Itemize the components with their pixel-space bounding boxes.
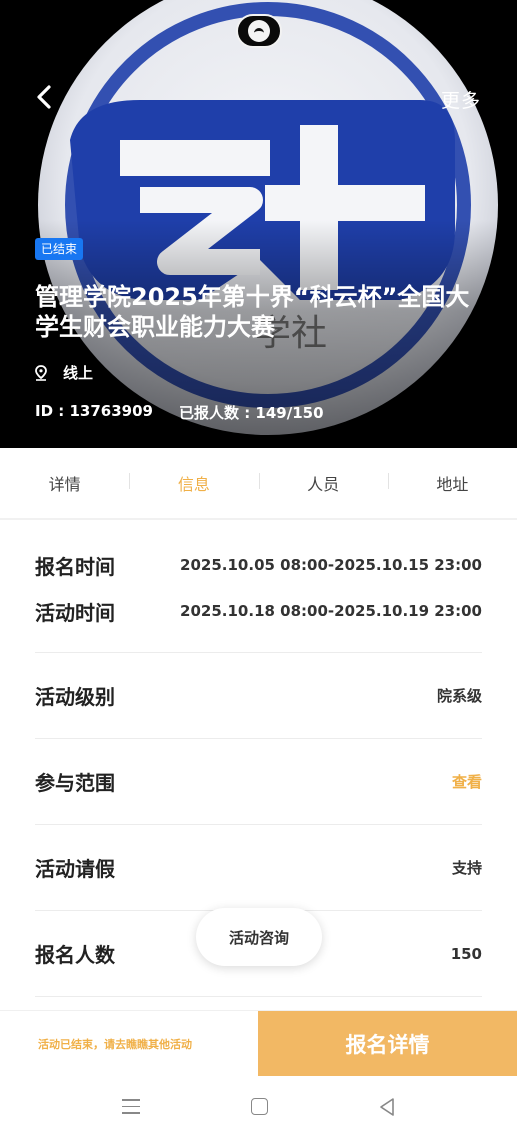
level-value: 院系级 xyxy=(436,687,482,705)
tab-members[interactable]: 人员 xyxy=(258,471,388,495)
level-label: 活动级别 xyxy=(35,685,115,709)
scope-view-link[interactable]: 查看 xyxy=(452,771,482,792)
activity-time-label: 活动时间 xyxy=(35,600,115,625)
location-text: 线上 xyxy=(63,364,94,382)
recents-icon[interactable] xyxy=(122,1099,140,1114)
leave-label: 活动请假 xyxy=(35,857,115,881)
count-label: 报名人数 xyxy=(35,943,115,967)
count-value: 150 xyxy=(450,944,482,963)
activity-time-value: 2025.10.18 08:00-2025.10.19 23:00 xyxy=(180,602,482,620)
tab-info[interactable]: 信息 xyxy=(129,471,258,495)
leave-value: 支持 xyxy=(451,859,482,877)
bottom-action-bar: 活动已结束，请去瞧瞧其他活动 报名详情 xyxy=(0,1010,517,1076)
back-icon[interactable] xyxy=(30,82,60,112)
signup-details-button[interactable]: 报名详情 xyxy=(258,1011,517,1076)
location-pin-icon xyxy=(35,364,47,381)
tab-details[interactable]: 详情 xyxy=(0,471,129,495)
id-row: ID : 13763909 已报人数 : 149/150 xyxy=(35,402,324,423)
status-pill xyxy=(236,14,282,48)
home-icon[interactable] xyxy=(251,1098,268,1115)
activity-time-row: 活动时间 2025.10.18 08:00-2025.10.19 23:00 xyxy=(35,598,482,625)
level-row: 活动级别 院系级 xyxy=(35,653,482,739)
signup-time-row: 报名时间 2025.10.05 08:00-2025.10.15 23:00 xyxy=(35,552,482,579)
signup-time-value: 2025.10.05 08:00-2025.10.15 23:00 xyxy=(180,556,482,574)
tab-address[interactable]: 地址 xyxy=(387,471,517,495)
camera-indicator-icon xyxy=(248,20,270,42)
signup-time-label: 报名时间 xyxy=(35,554,115,579)
ended-message: 活动已结束，请去瞧瞧其他活动 xyxy=(38,1037,192,1051)
enrolled-count: 已报人数 : 149/150 xyxy=(178,404,324,422)
activity-title: 管理学院2025年第十界“科云杯”全国大学生财会职业能力大赛 xyxy=(35,283,470,341)
activity-cover: 学社 更多 已结束 管理学院2025年第十界“科云杯”全国大学生财会职业能力大赛… xyxy=(0,0,517,448)
consult-button[interactable]: 活动咨询 xyxy=(196,908,322,966)
activity-id: ID : 13763909 xyxy=(35,402,153,420)
tab-bar: 详情 信息 人员 地址 xyxy=(0,448,517,520)
time-block: 报名时间 2025.10.05 08:00-2025.10.15 23:00 活… xyxy=(35,520,482,653)
back-triangle-icon[interactable] xyxy=(379,1097,395,1117)
location-row: 线上 xyxy=(35,362,93,383)
leave-row: 活动请假 支持 xyxy=(35,825,482,911)
scope-row: 参与范围 查看 xyxy=(35,739,482,825)
more-button[interactable]: 更多 xyxy=(441,86,481,113)
system-nav-bar xyxy=(0,1076,517,1139)
status-badge: 已结束 xyxy=(35,238,84,260)
scope-label: 参与范围 xyxy=(35,771,115,795)
